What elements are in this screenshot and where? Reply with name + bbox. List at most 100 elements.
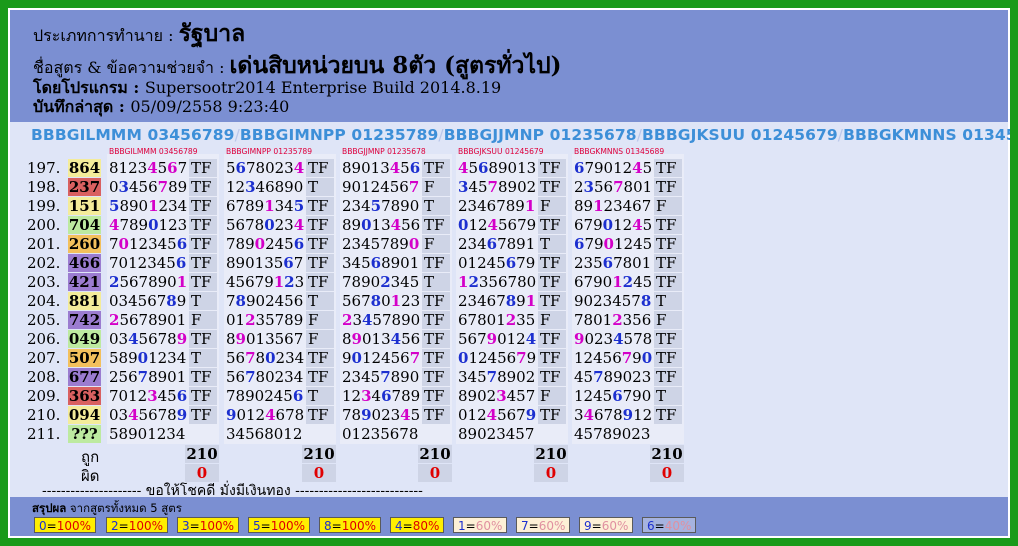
badge-digit: 2: [111, 519, 119, 533]
digit: 8: [148, 368, 158, 386]
digit: 8: [294, 406, 305, 424]
digit: 5: [138, 406, 149, 424]
digit: 0: [361, 330, 372, 348]
digit: 0: [137, 425, 148, 443]
digit: 7: [109, 235, 119, 253]
digit: 3: [147, 254, 157, 272]
digit: 7: [245, 159, 256, 177]
digit: 2: [381, 406, 391, 424]
digit: 3: [352, 311, 362, 329]
digit: 9: [612, 425, 622, 443]
digit: 4: [147, 159, 158, 177]
digit: 1: [361, 178, 371, 196]
hit-flag: T: [654, 387, 682, 405]
digit: 6: [641, 311, 652, 329]
digit: 0: [517, 178, 527, 196]
digit: 8: [168, 178, 178, 196]
digit: 2: [525, 368, 536, 386]
formula-3[interactable]: BBBGJJMNP 01235678: [444, 126, 637, 144]
digit: 1: [574, 349, 584, 367]
badge-percent: 100%: [199, 519, 235, 533]
hit-flag: T: [538, 235, 566, 253]
hit-flag: TF: [422, 159, 450, 177]
row-number: 206.: [27, 330, 61, 348]
digit: 6: [293, 235, 305, 253]
digit: 2: [458, 197, 468, 215]
digit: 0: [148, 216, 159, 234]
digit: 0: [167, 273, 177, 291]
digit-set: 34578902: [458, 368, 535, 386]
digit: 4: [633, 235, 643, 253]
formula-column-header: BBBGILMMM 03456789: [109, 147, 198, 156]
digit: 0: [477, 387, 487, 405]
digit: 6: [574, 159, 585, 177]
digit: 1: [524, 197, 536, 215]
digit: 9: [613, 368, 623, 386]
digit: 0: [118, 235, 129, 253]
digit: 5: [409, 273, 420, 291]
hit-flag: TF: [422, 292, 450, 310]
digit: 0: [408, 235, 420, 253]
digit: 4: [593, 349, 603, 367]
digit: 6: [497, 273, 508, 291]
hit-flag: TF: [422, 254, 450, 272]
hit-flag: T: [422, 197, 450, 215]
digit: 4: [593, 387, 603, 405]
summary-badge: 6=40%: [642, 517, 697, 533]
digit: 1: [613, 235, 624, 253]
digit: 4: [361, 311, 373, 329]
digit: 4: [400, 406, 411, 424]
formula-2[interactable]: BBBGIMNPP 01235789: [240, 126, 439, 144]
digit: 1: [245, 406, 256, 424]
digit: 7: [583, 216, 594, 234]
digit: 5: [226, 216, 236, 234]
hit-flag: TF: [189, 178, 217, 196]
digit: 5: [593, 254, 603, 272]
digit-set: 23457890: [342, 235, 419, 253]
digit: 6: [574, 235, 585, 253]
digit: 8: [255, 349, 266, 367]
digit: 3: [294, 273, 305, 291]
digit: 1: [390, 292, 402, 310]
digit: 4: [632, 216, 643, 234]
digit: 1: [468, 349, 478, 367]
digit: 6: [612, 387, 623, 405]
digit: 7: [226, 292, 236, 310]
digit: 5: [167, 387, 177, 405]
digit: 6: [293, 292, 304, 310]
hit-flag: F: [538, 311, 566, 329]
digit-set: 01245679: [458, 216, 536, 234]
digit-set: 23567801: [574, 178, 652, 196]
digit: 0: [265, 159, 275, 177]
digit: 3: [390, 406, 401, 424]
digit: 6: [632, 197, 642, 215]
digit: 4: [128, 178, 139, 196]
digit: 5: [137, 292, 148, 310]
digit-set: 03456789: [109, 292, 186, 310]
digit-set: 78902456: [226, 235, 304, 253]
formula-4[interactable]: BBBGJKSUU 01245679: [642, 126, 838, 144]
digit: 3: [168, 197, 178, 215]
digit: 2: [574, 178, 584, 196]
hit-flag: TF: [422, 349, 450, 367]
digit: 8: [391, 311, 402, 329]
digit: 7: [593, 425, 603, 443]
digit: 3: [410, 292, 421, 310]
digit: 0: [381, 292, 391, 310]
digit: 8: [602, 425, 613, 443]
digit: 3: [641, 368, 652, 386]
digit: 1: [525, 292, 537, 310]
hit-flag: TF: [654, 330, 682, 348]
formula-1[interactable]: BBBGILMMM 03456789: [31, 126, 235, 144]
formula-5[interactable]: BBBGKMNNS 01345689: [843, 126, 1010, 144]
digit-set: 89023457: [458, 387, 535, 405]
row-number: 202.: [27, 254, 61, 272]
digit-set: 23467891: [458, 235, 535, 253]
digit: 0: [497, 330, 507, 348]
digit: 7: [157, 330, 168, 348]
badge-percent: 60%: [538, 519, 566, 533]
badge-digit: 6: [647, 519, 655, 533]
digit: 8: [506, 235, 517, 253]
digit: 8: [623, 178, 634, 196]
digit: 9: [525, 254, 536, 272]
